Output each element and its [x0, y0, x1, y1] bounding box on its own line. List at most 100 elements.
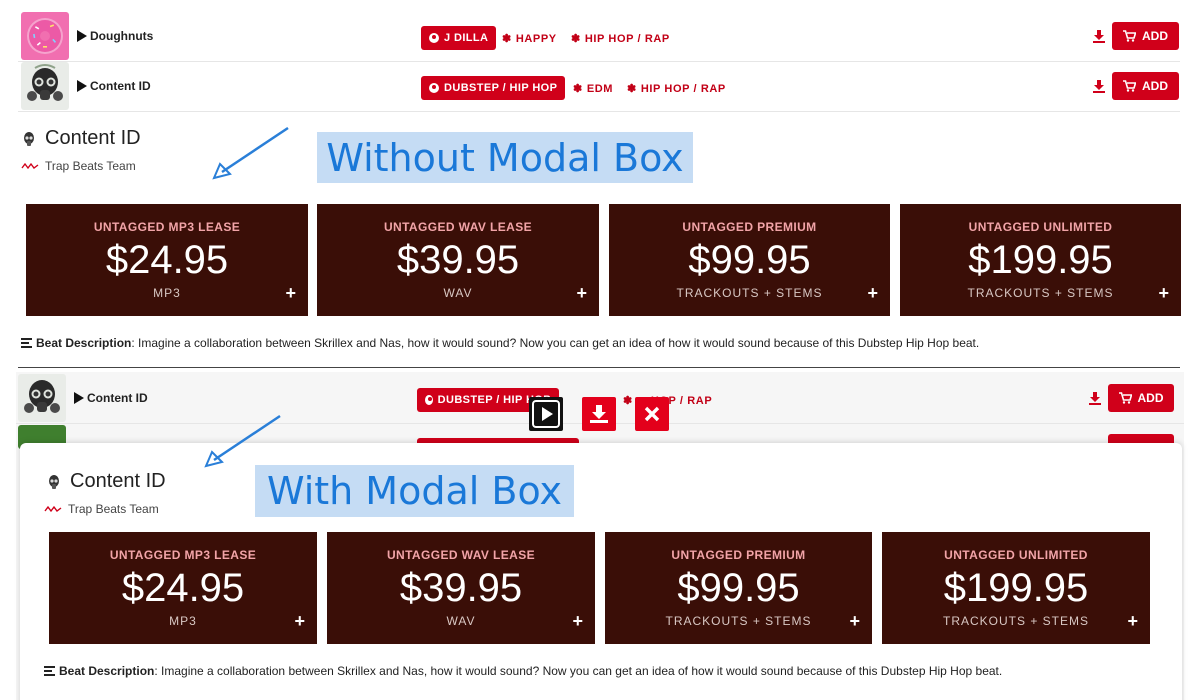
description-label: Beat Description [36, 336, 132, 350]
license-format: WAV [443, 286, 473, 300]
license-name: UNTAGGED PREMIUM [671, 548, 806, 562]
producer-logo-icon [21, 162, 39, 170]
annotation-callout: Without Modal Box [317, 132, 693, 183]
plus-icon[interactable]: + [572, 612, 583, 630]
modal-close-button[interactable] [635, 397, 669, 431]
track-title-text[interactable]: Content ID [90, 79, 151, 93]
license-price: $199.95 [968, 238, 1113, 282]
tag-label: HAPPY [515, 32, 557, 45]
tag-icon: ✽ [573, 83, 583, 95]
donut-thumbnail[interactable] [21, 12, 69, 60]
tag-link[interactable]: ✽ HIP HOP / RAP [627, 82, 726, 96]
primary-tag-label: DUBSTEP / HIP HOP [444, 82, 558, 94]
license-card-wav[interactable]: UNTAGGED WAV LEASE $39.95 WAV + [327, 532, 595, 644]
license-card-unlimited[interactable]: UNTAGGED UNLIMITED $199.95 TRACKOUTS + S… [882, 532, 1150, 644]
track-row-doughnuts[interactable]: Doughnuts [21, 12, 153, 60]
license-price: $99.95 [688, 238, 811, 282]
tag-link[interactable]: ✽ HIP HOP / RAP [571, 32, 670, 46]
producer-link[interactable]: Trap Beats Team [44, 502, 159, 516]
cart-icon [1123, 80, 1136, 92]
gasmask-thumbnail[interactable] [21, 62, 69, 110]
primary-tag-label: J DILLA [444, 32, 489, 44]
description-icon [21, 338, 32, 348]
tag-link[interactable]: ✽ HAPPY [502, 32, 557, 46]
license-name: UNTAGGED WAV LEASE [386, 548, 536, 562]
license-name: UNTAGGED WAV LEASE [383, 220, 533, 234]
plus-icon[interactable]: + [867, 284, 878, 302]
producer-logo-icon [44, 505, 62, 513]
gasmask-icon [24, 131, 34, 146]
license-name: UNTAGGED UNLIMITED [944, 548, 1088, 562]
license-price: $24.95 [105, 238, 229, 282]
description-text: : Imagine a collaboration between Skrill… [131, 336, 980, 350]
plus-icon[interactable]: + [849, 612, 860, 630]
modal-download-button[interactable] [582, 397, 616, 431]
primary-tag-chip[interactable]: J DILLA [421, 26, 497, 50]
gasmask-thumbnail[interactable] [18, 374, 66, 422]
pointer-arrow-icon [204, 414, 281, 468]
producer-name[interactable]: Trap Beats Team [68, 502, 159, 516]
plus-icon[interactable]: + [294, 612, 305, 630]
beat-title-text: Content ID [70, 470, 166, 492]
license-price: $39.95 [399, 566, 523, 610]
description-label: Beat Description [59, 664, 155, 678]
tag-label: HIP HOP / RAP [640, 82, 726, 95]
add-to-cart-button[interactable]: ADD [1108, 384, 1174, 412]
license-card-mp3[interactable]: UNTAGGED MP3 LEASE $24.95 MP3 + [26, 204, 308, 316]
tag-icon: ✽ [623, 395, 633, 407]
track-row-content-id[interactable]: Content ID [18, 374, 148, 422]
cart-icon [1123, 30, 1136, 42]
add-label: ADD [1137, 391, 1164, 405]
track-title[interactable]: Content ID [77, 79, 151, 93]
tag-label: EDM [586, 82, 614, 95]
modal-play-button[interactable] [529, 397, 563, 431]
section-divider [18, 367, 1180, 368]
beat-title: Content ID [21, 127, 141, 150]
license-name: UNTAGGED UNLIMITED [968, 220, 1113, 234]
tag-link[interactable]: ✽ EDM [573, 82, 614, 96]
track-row-content-id[interactable]: Content ID [21, 62, 151, 110]
track-title-text[interactable]: Doughnuts [90, 29, 153, 43]
license-price: $199.95 [943, 566, 1089, 610]
callout-text: Without Modal Box [326, 135, 684, 180]
license-card-wav[interactable]: UNTAGGED WAV LEASE $39.95 WAV + [317, 204, 599, 316]
producer-name[interactable]: Trap Beats Team [45, 159, 136, 173]
user-icon [425, 395, 433, 405]
plus-icon[interactable]: + [1158, 284, 1169, 302]
description-icon [44, 666, 55, 676]
description-text: : Imagine a collaboration between Skrill… [154, 664, 1003, 678]
download-icon[interactable] [1088, 391, 1102, 405]
producer-link[interactable]: Trap Beats Team [21, 159, 136, 173]
download-icon[interactable] [1092, 79, 1106, 93]
play-icon[interactable] [77, 80, 87, 92]
license-price: $99.95 [677, 566, 800, 610]
plus-icon[interactable]: + [285, 284, 296, 302]
annotation-callout: With Modal Box [255, 465, 574, 517]
beat-description: Beat Description: Imagine a collaboratio… [21, 336, 979, 350]
add-to-cart-button[interactable]: ADD [1112, 72, 1179, 100]
beat-title-text: Content ID [45, 127, 141, 149]
license-format: TRACKOUTS + STEMS [942, 614, 1090, 628]
license-card-mp3[interactable]: UNTAGGED MP3 LEASE $24.95 MP3 + [49, 532, 317, 644]
license-card-premium[interactable]: UNTAGGED PREMIUM $99.95 TRACKOUTS + STEM… [605, 532, 872, 644]
track-title-text[interactable]: Content ID [87, 391, 148, 405]
tag-icon: ✽ [502, 33, 512, 45]
license-card-unlimited[interactable]: UNTAGGED UNLIMITED $199.95 TRACKOUTS + S… [900, 204, 1181, 316]
pointer-arrow-icon [212, 126, 289, 180]
download-icon[interactable] [1092, 29, 1106, 43]
license-card-premium[interactable]: UNTAGGED PREMIUM $99.95 TRACKOUTS + STEM… [609, 204, 890, 316]
plus-icon[interactable]: + [576, 284, 587, 302]
add-to-cart-button[interactable]: ADD [1112, 22, 1179, 50]
play-icon[interactable] [77, 30, 87, 42]
user-icon [429, 33, 439, 43]
license-format: MP3 [169, 614, 197, 628]
beat-description: Beat Description: Imagine a collaboratio… [44, 664, 1002, 678]
track-title[interactable]: Content ID [74, 391, 148, 405]
play-icon[interactable] [74, 392, 84, 404]
license-price: $24.95 [121, 566, 245, 610]
row-separator [18, 111, 1180, 112]
primary-tag-chip[interactable]: DUBSTEP / HIP HOP [421, 76, 566, 100]
track-title[interactable]: Doughnuts [77, 29, 153, 43]
license-format: MP3 [153, 286, 181, 300]
plus-icon[interactable]: + [1127, 612, 1138, 630]
